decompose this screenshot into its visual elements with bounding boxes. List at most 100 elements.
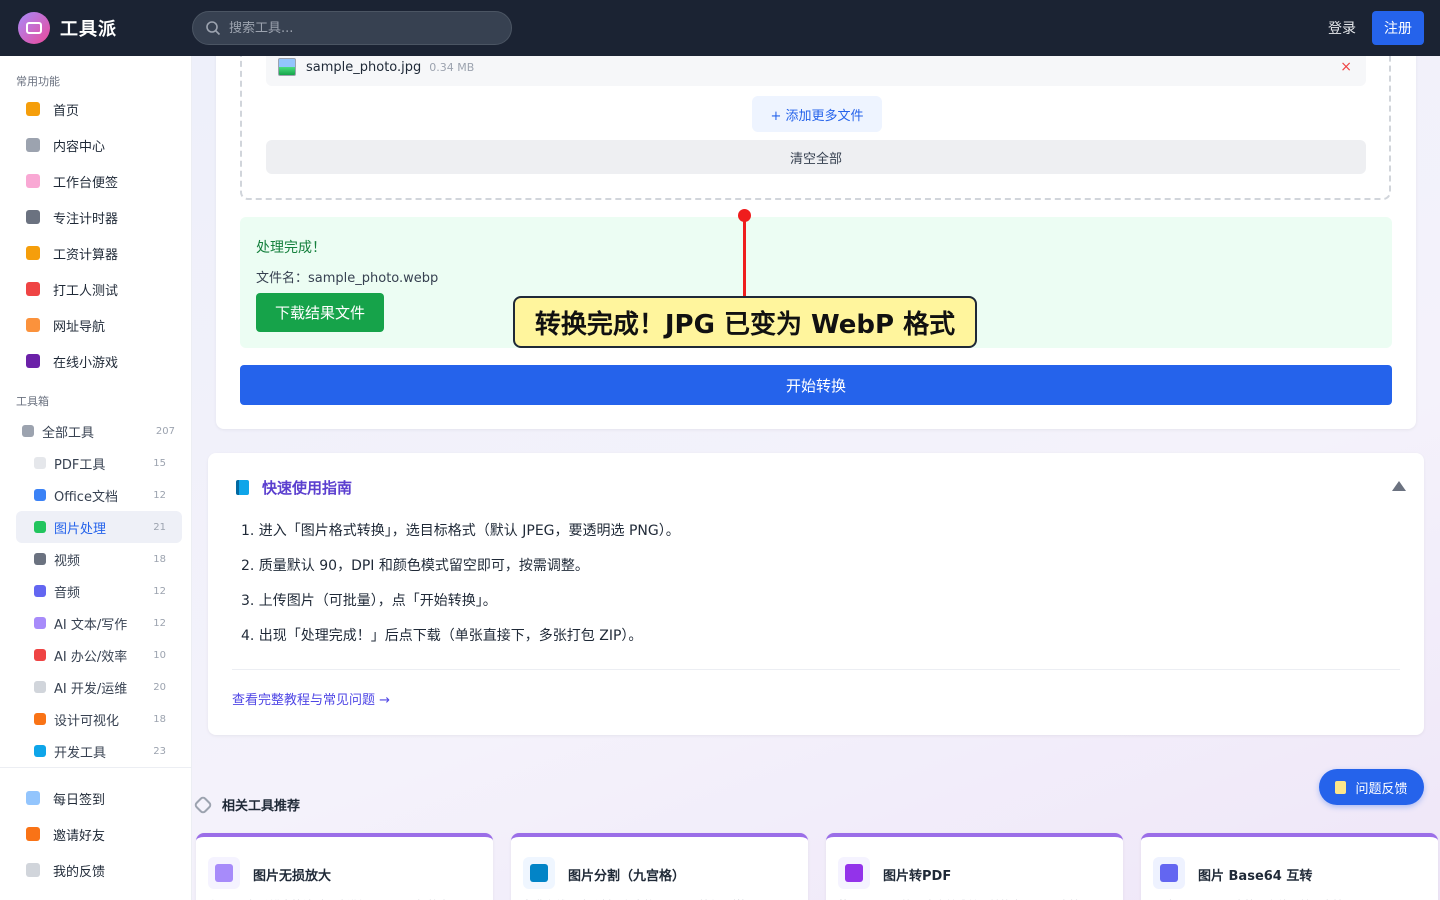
guide-step: 3. 上传图片（可批量），点「开始转换」。 [241, 593, 497, 609]
related-tools-title: 相关工具推荐 [222, 799, 301, 814]
sidebar-item-all-tools[interactable]: 全部工具 207 [0, 415, 191, 447]
target-icon [26, 282, 40, 296]
tool-glyph-icon [845, 864, 863, 882]
brand-logo[interactable]: 工具派 [18, 12, 192, 44]
speech-bubble-icon [26, 863, 40, 877]
category-count: 12 [153, 585, 166, 597]
brand-name: 工具派 [60, 19, 117, 40]
category-label: 设计可视化 [54, 713, 120, 729]
category-count: 18 [153, 553, 166, 565]
category-count: 12 [153, 617, 166, 629]
top-bar: 工具派 登录 注册 [0, 0, 1440, 56]
sidebar-category[interactable]: PDF工具 15 [16, 447, 182, 479]
sidebar-category[interactable]: AI 办公/效率 10 [16, 639, 182, 671]
related-tool-card[interactable]: 图片转PDF将 JPG/PNG 等图片合并或单张转换为 PDF，支持 [826, 833, 1123, 900]
sidebar-category[interactable]: Office文档 12 [16, 479, 182, 511]
link-icon [193, 794, 213, 815]
sidebar-category[interactable]: 设计可视化 18 [16, 703, 182, 735]
login-link[interactable]: 登录 [1328, 18, 1356, 38]
collapse-triangle-icon[interactable] [1392, 481, 1406, 491]
category-icon [34, 521, 46, 533]
section-title-common: 常用功能 [16, 75, 60, 88]
sidebar-item[interactable]: 在线小游戏 [0, 343, 191, 379]
category-label: 视频 [54, 553, 81, 569]
add-more-files-button[interactable]: + 添加更多文件 [752, 96, 882, 132]
sidebar-item[interactable]: 网址导航 [0, 307, 191, 343]
clear-all-button[interactable]: 清空全部 [266, 140, 1366, 174]
tool-count: 207 [155, 425, 175, 437]
search-input[interactable] [229, 20, 489, 36]
category-icon [34, 553, 46, 565]
sidebar-category[interactable]: 音频 12 [16, 575, 182, 607]
start-convert-button[interactable]: 开始转换 [240, 365, 1392, 405]
sidebar-item[interactable]: 工作台便签 [0, 163, 191, 199]
sidebar-item-label: 专注计时器 [53, 211, 119, 227]
download-button[interactable]: 下载结果文件 [256, 293, 384, 332]
related-tool-card[interactable]: 图片 Base64 互转图片与 Base64 字符串在线互转，支持 Data U… [1141, 833, 1438, 900]
search-icon [206, 21, 221, 36]
sidebar-category[interactable]: AI 开发/运维 20 [16, 671, 182, 703]
sidebar-item-label: 每日签到 [53, 792, 106, 808]
category-icon [34, 681, 46, 693]
category-icon [34, 649, 46, 661]
annotation-pointer [743, 218, 746, 296]
divider [232, 669, 1400, 670]
sidebar-item[interactable]: 工资计算器 [0, 235, 191, 271]
sidebar-item[interactable]: 打工人测试 [0, 271, 191, 307]
category-label: AI 办公/效率 [54, 649, 128, 665]
related-tool-card[interactable]: 图片分割（九宫格）免费在线图片分割（九宫格）工具，按行/列将图 [511, 833, 808, 900]
category-label: AI 开发/运维 [54, 681, 128, 697]
tool-name: 图片无损放大 [253, 869, 332, 884]
guide-step: 1. 进入「图片格式转换」，选目标格式（默认 JPEG，要透明选 PNG）。 [241, 523, 680, 539]
category-count: 18 [153, 713, 166, 725]
category-label: PDF工具 [54, 457, 106, 473]
sidebar-item[interactable]: 内容中心 [0, 127, 191, 163]
sidebar-bottom-item[interactable]: 每日签到 [0, 780, 191, 816]
calendar-icon [26, 791, 40, 805]
full-tutorial-link[interactable]: 查看完整教程与常见问题 → [232, 689, 390, 708]
gamepad-icon [26, 354, 40, 368]
money-bag-icon [26, 246, 40, 260]
sidebar-item-label: 内容中心 [53, 139, 106, 155]
sidebar-bottom-item[interactable]: 邀请好友 [0, 816, 191, 852]
guide-header[interactable]: 快速使用指南 [236, 477, 352, 498]
guide-steps: 1. 进入「图片格式转换」，选目标格式（默认 JPEG，要透明选 PNG）。 2.… [241, 519, 680, 659]
register-button[interactable]: 注册 [1372, 11, 1424, 45]
category-label: 音频 [54, 585, 81, 601]
tool-icon [1153, 857, 1185, 889]
book-icon [236, 480, 249, 495]
file-name: sample_photo.jpg [306, 59, 422, 75]
sidebar-category[interactable]: AI 文本/写作 12 [16, 607, 182, 639]
guide-title: 快速使用指南 [262, 479, 353, 497]
upload-dropzone[interactable]: sample_photo.jpg 0.34 MB × + 添加更多文件 清空全部 [240, 56, 1391, 200]
sidebar-item-label: 网址导航 [53, 319, 106, 335]
section-title-toolbox: 工具箱 [16, 395, 49, 408]
feedback-button[interactable]: 问题反馈 [1319, 769, 1424, 805]
tool-icon [838, 857, 870, 889]
sidebar-item-label: 邀请好友 [53, 828, 106, 844]
related-tool-card[interactable]: 图片无损放大利用 AI 超分辨率算法对图片进行 2~4x 无损放大 [196, 833, 493, 900]
stopwatch-icon [26, 210, 40, 224]
remove-file-icon[interactable]: × [1340, 59, 1352, 75]
sidebar-item[interactable]: 首页 [0, 91, 191, 127]
file-row: sample_photo.jpg 0.34 MB × [266, 56, 1366, 86]
file-size: 0.34 MB [429, 60, 475, 74]
category-icon [34, 457, 46, 469]
sidebar-item-label: 工作台便签 [53, 175, 119, 191]
related-tools-list: 图片无损放大利用 AI 超分辨率算法对图片进行 2~4x 无损放大图片分割（九宫… [196, 833, 1440, 900]
sidebar-category[interactable]: 视频 18 [16, 543, 182, 575]
guide-step: 4. 出现「处理完成！」后点下载（单张直接下，多张打包 ZIP）。 [241, 628, 643, 644]
feedback-label: 问题反馈 [1355, 781, 1408, 797]
tool-icon [208, 857, 240, 889]
search-box[interactable] [192, 11, 512, 45]
sidebar-category[interactable]: 图片处理 21 [16, 511, 182, 543]
guide-step: 2. 质量默认 90，DPI 和颜色模式留空即可，按需调整。 [241, 558, 589, 574]
sidebar-item[interactable]: 专注计时器 [0, 199, 191, 235]
sidebar-category[interactable]: 开发工具 23 [16, 735, 182, 767]
tool-name: 图片转PDF [883, 869, 952, 884]
sidebar-bottom-item[interactable]: 我的反馈 [0, 852, 191, 888]
tool-glyph-icon [530, 864, 548, 882]
category-label: 开发工具 [54, 745, 107, 761]
category-icon [34, 585, 46, 597]
category-icon [34, 745, 46, 757]
